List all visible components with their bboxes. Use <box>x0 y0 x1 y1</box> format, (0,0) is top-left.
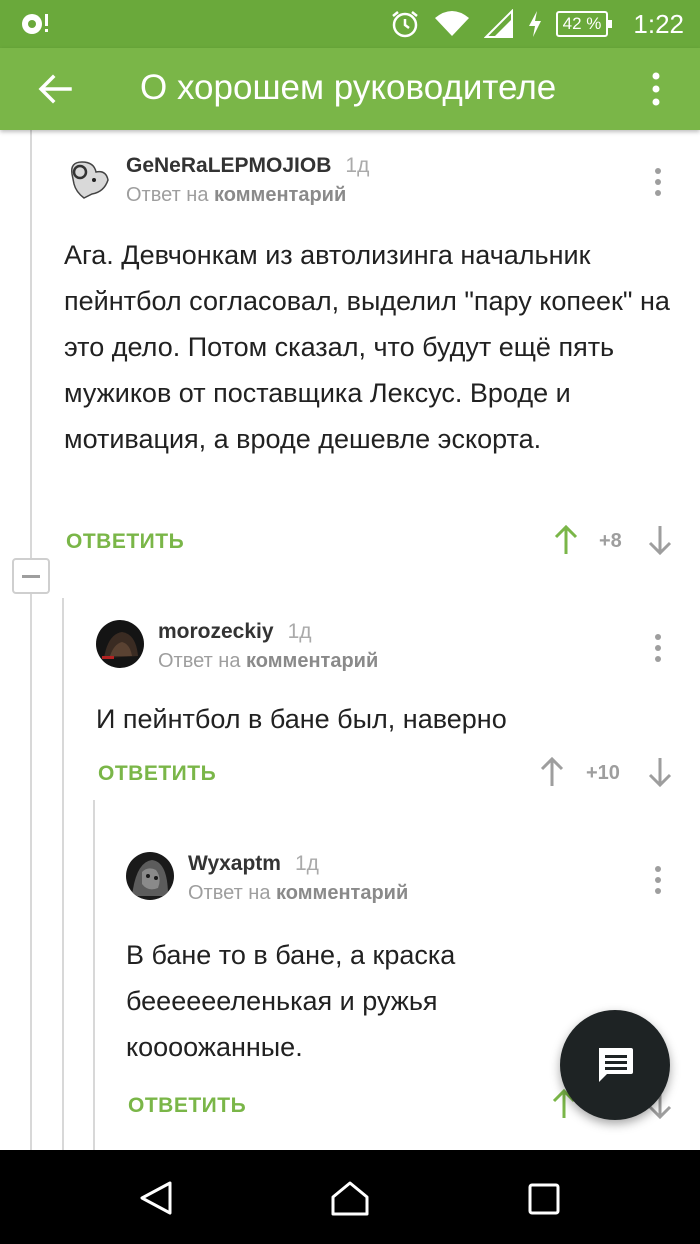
thread-line <box>30 130 32 1150</box>
comment-menu-icon[interactable] <box>654 168 662 198</box>
page-title: О хорошем руководителе <box>140 68 557 107</box>
comment-age: 1д <box>345 154 370 177</box>
reply-to-label: Ответ на комментарий <box>188 882 409 904</box>
comments-thread[interactable]: GeNeRaLEPMOJIOB 1д Ответ на комментарий А… <box>0 130 700 1150</box>
nav-back-icon[interactable] <box>138 1180 174 1216</box>
avatar[interactable] <box>126 852 174 900</box>
comment-text: И пейнтбол в бане был, наверно <box>96 704 507 734</box>
comment-text: В бане то в бане, а краска бееееееленька… <box>126 940 456 1062</box>
reply-button[interactable]: ОТВЕТИТЬ <box>98 762 216 786</box>
comment-score: +10 <box>586 762 620 784</box>
collapse-thread-button[interactable] <box>12 558 50 594</box>
wifi-icon <box>435 11 469 36</box>
new-comment-fab[interactable] <box>560 1010 670 1120</box>
alarm-icon <box>392 11 418 38</box>
upvote-icon[interactable] <box>554 524 578 556</box>
thread-line <box>93 800 95 1150</box>
nav-home-icon[interactable] <box>330 1180 370 1216</box>
downvote-icon[interactable] <box>648 524 672 556</box>
notification-icon <box>20 10 50 38</box>
comment: morozeckiy 1д Ответ на комментарий И пейн… <box>96 620 686 800</box>
charging-icon <box>529 11 541 37</box>
signal-icon <box>484 9 513 38</box>
back-arrow-icon[interactable] <box>36 70 74 108</box>
comment-menu-icon[interactable] <box>654 866 662 896</box>
comment-author[interactable]: morozeckiy 1д <box>158 620 312 644</box>
comment-score: +8 <box>599 530 622 552</box>
thread-line <box>62 598 64 1150</box>
reply-to-label: Ответ на комментарий <box>158 650 379 672</box>
comment-text: Ага. Девчонкам из автолизинга начальник … <box>64 240 670 454</box>
upvote-icon[interactable] <box>540 756 564 788</box>
comment: GeNeRaLEPMOJIOB 1д Ответ на комментарий А… <box>64 154 684 564</box>
comment-icon <box>599 1048 633 1082</box>
comment-age: 1д <box>294 852 319 875</box>
status-bar: 42 % 1:22 <box>0 0 700 48</box>
downvote-icon[interactable] <box>648 756 672 788</box>
system-navigation-bar <box>0 1150 700 1244</box>
reply-to-link[interactable]: комментарий <box>246 650 378 672</box>
comment-age: 1д <box>287 620 312 643</box>
nav-recents-icon[interactable] <box>528 1183 560 1215</box>
comment-author[interactable]: GeNeRaLEPMOJIOB 1д <box>126 154 369 178</box>
comment-author[interactable]: Wyxaptm 1д <box>188 852 319 876</box>
overflow-menu-icon[interactable] <box>644 70 668 108</box>
app-bar: О хорошем руководителе <box>0 48 700 130</box>
comment-menu-icon[interactable] <box>654 634 662 664</box>
reply-to-label: Ответ на комментарий <box>126 184 347 206</box>
reply-button[interactable]: ОТВЕТИТЬ <box>128 1094 246 1118</box>
status-time: 1:22 <box>633 9 684 39</box>
reply-to-link[interactable]: комментарий <box>214 184 346 206</box>
avatar[interactable] <box>96 620 144 668</box>
reply-button[interactable]: ОТВЕТИТЬ <box>66 530 184 554</box>
battery-indicator: 42 % <box>556 11 612 37</box>
avatar[interactable] <box>64 154 112 202</box>
reply-to-link[interactable]: комментарий <box>276 882 408 904</box>
